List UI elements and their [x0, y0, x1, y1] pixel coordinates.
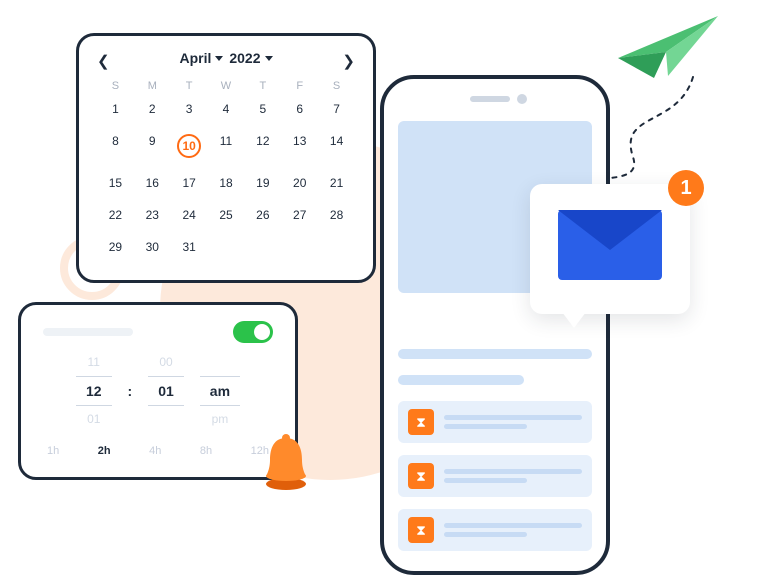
badge-count: 1 [680, 177, 691, 200]
hourglass-icon: ⧗ [408, 517, 434, 543]
calendar-day[interactable]: 21 [318, 170, 355, 196]
paper-plane-icon [608, 8, 728, 88]
minute-value: 01 [148, 376, 184, 406]
period-prev [218, 355, 221, 370]
calendar-day[interactable]: 28 [318, 202, 355, 228]
calendar-next-button[interactable]: ❯ [342, 52, 355, 70]
minute-wheel[interactable]: 00 01 [148, 355, 184, 427]
calendar-dow: S [318, 76, 355, 96]
item-text [444, 469, 582, 483]
calendar-day[interactable]: 27 [281, 202, 318, 228]
item-text [444, 523, 582, 537]
hour-wheel[interactable]: 11 12 01 [76, 355, 112, 427]
time-wheels: 11 12 01 : 00 01 am pm [43, 355, 273, 427]
duration-option[interactable]: 8h [200, 445, 212, 457]
list-item[interactable]: ⧗ [398, 509, 592, 551]
notification-bubble[interactable]: 1 [530, 184, 690, 314]
calendar-day[interactable]: 22 [97, 202, 134, 228]
phone-notch [450, 89, 540, 109]
calendar-days-grid: 1234567891011121314151617181920212223242… [97, 96, 355, 260]
calendar-day[interactable]: 9 [134, 128, 171, 164]
bell-icon [256, 432, 316, 492]
calendar-day[interactable]: 8 [97, 128, 134, 164]
period-next: pm [212, 412, 229, 427]
calendar-day[interactable]: 16 [134, 170, 171, 196]
calendar-day[interactable]: 12 [244, 128, 281, 164]
calendar-year-label: 2022 [229, 50, 260, 66]
duration-option[interactable]: 2h [98, 445, 111, 457]
calendar-day[interactable]: 3 [171, 96, 208, 122]
duration-row: 1h2h4h8h12h [43, 445, 273, 457]
calendar-day[interactable]: 23 [134, 202, 171, 228]
chevron-down-icon [265, 56, 273, 61]
list-item[interactable]: ⧗ [398, 455, 592, 497]
calendar-day[interactable]: 13 [281, 128, 318, 164]
time-card-label-placeholder [43, 328, 133, 336]
hour-value: 12 [76, 376, 112, 406]
calendar-day[interactable]: 18 [208, 170, 245, 196]
calendar-dow-row: SMTWTFS [97, 76, 355, 96]
chevron-down-icon [215, 56, 223, 61]
hour-next: 01 [87, 412, 100, 427]
calendar-day[interactable]: 15 [97, 170, 134, 196]
hourglass-icon: ⧗ [408, 409, 434, 435]
calendar-day[interactable]: 10 [171, 128, 208, 164]
phone-text-line [398, 349, 592, 359]
time-card-header [43, 321, 273, 343]
hourglass-icon: ⧗ [408, 463, 434, 489]
mail-icon [558, 210, 662, 280]
list-item[interactable]: ⧗ [398, 401, 592, 443]
calendar-month-picker[interactable]: April [179, 50, 223, 66]
calendar-card: ❮ April 2022 ❯ SMTWTFS 12345678910111213… [76, 33, 376, 283]
calendar-day[interactable]: 31 [171, 234, 208, 260]
calendar-day[interactable]: 5 [244, 96, 281, 122]
calendar-dow: T [171, 76, 208, 96]
calendar-header: ❮ April 2022 ❯ [97, 50, 355, 66]
minute-prev: 00 [159, 355, 172, 370]
calendar-day[interactable]: 19 [244, 170, 281, 196]
calendar-day[interactable]: 2 [134, 96, 171, 122]
calendar-dow: F [281, 76, 318, 96]
time-toggle[interactable] [233, 321, 273, 343]
calendar-day[interactable]: 29 [97, 234, 134, 260]
phone-text-line [398, 375, 524, 385]
calendar-day[interactable]: 26 [244, 202, 281, 228]
period-value: am [200, 376, 240, 406]
calendar-day[interactable]: 17 [171, 170, 208, 196]
calendar-prev-button[interactable]: ❮ [97, 52, 110, 70]
calendar-dow: T [244, 76, 281, 96]
calendar-day[interactable]: 25 [208, 202, 245, 228]
calendar-day[interactable]: 30 [134, 234, 171, 260]
calendar-day[interactable]: 7 [318, 96, 355, 122]
calendar-month-label: April [179, 50, 211, 66]
duration-option[interactable]: 4h [149, 445, 161, 457]
calendar-day[interactable]: 1 [97, 96, 134, 122]
calendar-day[interactable]: 14 [318, 128, 355, 164]
notification-badge: 1 [668, 170, 704, 206]
calendar-year-picker[interactable]: 2022 [229, 50, 272, 66]
period-wheel[interactable]: am pm [200, 355, 240, 427]
calendar-dow: M [134, 76, 171, 96]
calendar-day[interactable]: 24 [171, 202, 208, 228]
calendar-dow: W [208, 76, 245, 96]
item-text [444, 415, 582, 429]
calendar-day[interactable]: 4 [208, 96, 245, 122]
calendar-dow: S [97, 76, 134, 96]
calendar-day[interactable]: 11 [208, 128, 245, 164]
calendar-day[interactable]: 20 [281, 170, 318, 196]
duration-option[interactable]: 1h [47, 445, 59, 457]
time-separator: : [128, 383, 133, 399]
calendar-day[interactable]: 6 [281, 96, 318, 122]
hour-prev: 11 [88, 355, 100, 370]
